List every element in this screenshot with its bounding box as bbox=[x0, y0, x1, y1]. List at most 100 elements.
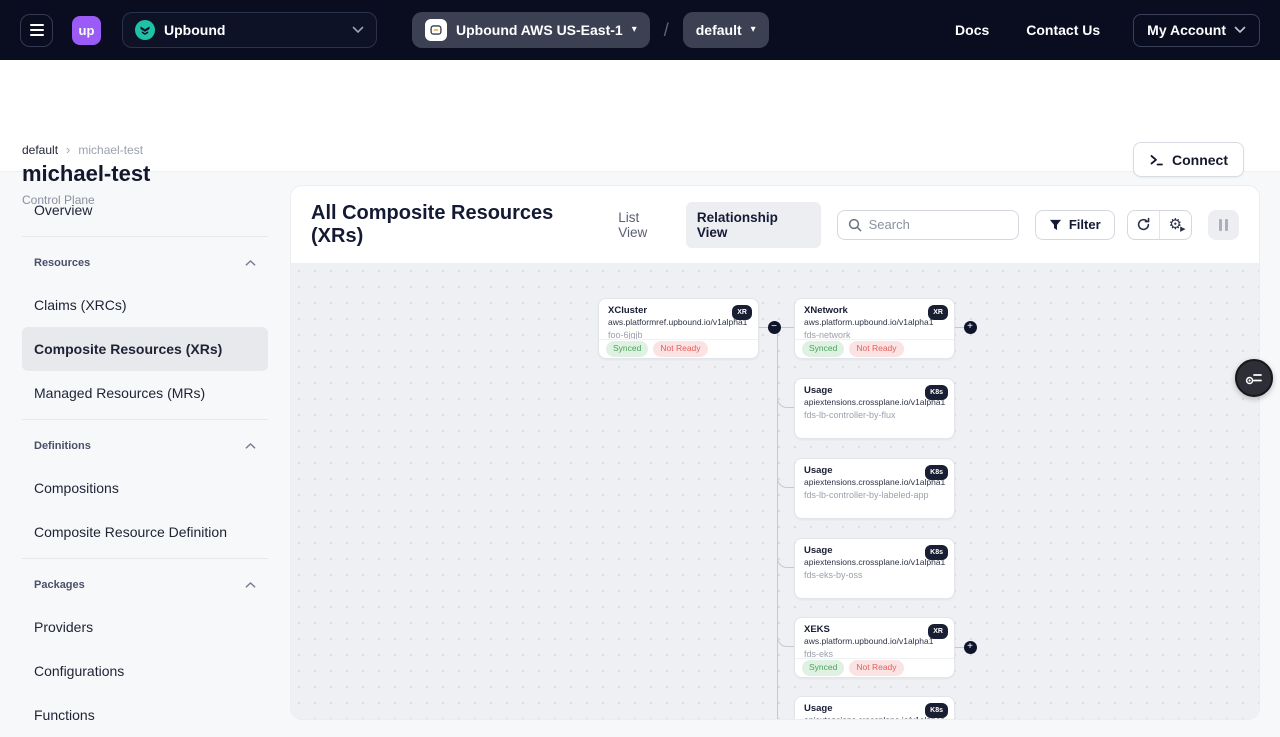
node-kind-badge: K8s bbox=[925, 545, 948, 560]
chevron-up-icon bbox=[245, 259, 256, 267]
legend-toggle-button[interactable] bbox=[1235, 359, 1273, 397]
control-plane-icon bbox=[425, 19, 447, 41]
breadcrumb-control-plane: michael-test bbox=[78, 143, 143, 157]
group-selector-label: default bbox=[696, 22, 742, 38]
node-api-version: aws.platform.upbound.io/v1alpha1 bbox=[804, 636, 945, 647]
node-kind-badge: XR bbox=[928, 624, 948, 639]
filter-button-label: Filter bbox=[1069, 217, 1101, 232]
sidebar-item-providers[interactable]: Providers bbox=[22, 605, 268, 649]
graph-node-usage[interactable]: Usage apiextensions.crossplane.io/v1alph… bbox=[794, 538, 955, 599]
edge-line bbox=[777, 635, 794, 647]
view-toggle: List View Relationship View bbox=[607, 202, 820, 248]
relationship-canvas[interactable]: − + + XCluster aws.platformref.upbound.i… bbox=[291, 263, 1259, 720]
contact-us-link[interactable]: Contact Us bbox=[1026, 22, 1100, 38]
connect-button-label: Connect bbox=[1172, 152, 1228, 168]
node-api-version: aws.platformref.upbound.io/v1alpha1 bbox=[608, 317, 749, 328]
node-title: Usage bbox=[804, 386, 945, 397]
hamburger-menu-button[interactable] bbox=[20, 14, 53, 47]
sidebar-section-definitions[interactable]: Definitions bbox=[22, 426, 268, 466]
node-kind-badge: XR bbox=[732, 305, 752, 320]
my-account-menu[interactable]: My Account bbox=[1133, 14, 1260, 47]
not-ready-badge: Not Ready bbox=[849, 341, 903, 356]
sidebar-item-composite-resources[interactable]: Composite Resources (XRs) bbox=[22, 327, 268, 371]
node-status-row: Synced Not Ready bbox=[795, 339, 954, 358]
upbound-logo[interactable]: up bbox=[72, 16, 101, 45]
filter-button[interactable]: Filter bbox=[1035, 210, 1115, 240]
sidebar-item-functions[interactable]: Functions bbox=[22, 693, 268, 737]
not-ready-badge: Not Ready bbox=[653, 341, 707, 356]
play-icon: ▶ bbox=[1180, 225, 1185, 233]
control-plane-selector-label: Upbound AWS US-East-1 bbox=[456, 22, 623, 38]
list-view-tab[interactable]: List View bbox=[607, 202, 682, 248]
edge-line bbox=[777, 327, 779, 720]
org-avatar-icon bbox=[135, 20, 155, 40]
graph-node-xnetwork[interactable]: XNetwork aws.platform.upbound.io/v1alpha… bbox=[794, 298, 955, 359]
synced-badge: Synced bbox=[802, 660, 844, 675]
relationship-view-tab[interactable]: Relationship View bbox=[686, 202, 821, 248]
graph-node-usage[interactable]: Usage apiextensions.crossplane.io/v1alph… bbox=[794, 378, 955, 439]
graph-action-group: ⚙ ▶ bbox=[1127, 210, 1192, 240]
node-title: Usage bbox=[804, 704, 945, 715]
edge-line bbox=[777, 476, 794, 488]
org-selector[interactable]: Upbound bbox=[122, 12, 377, 48]
toolbar-controls: List View Relationship View Filter bbox=[607, 202, 1239, 248]
chevron-up-icon bbox=[245, 581, 256, 589]
sidebar-item-overview[interactable]: Overview bbox=[22, 188, 268, 232]
synced-badge: Synced bbox=[802, 341, 844, 356]
chevron-up-icon bbox=[245, 442, 256, 450]
pause-icon bbox=[1219, 219, 1222, 231]
collapse-node-button[interactable]: − bbox=[768, 321, 781, 334]
node-kind-badge: K8s bbox=[925, 703, 948, 718]
chevron-down-icon bbox=[1234, 26, 1246, 34]
sidebar-section-packages[interactable]: Packages bbox=[22, 565, 268, 605]
sidebar-divider bbox=[22, 236, 268, 237]
sidebar-item-managed-resources[interactable]: Managed Resources (MRs) bbox=[22, 371, 268, 415]
graph-node-usage[interactable]: Usage apiextensions.crossplane.io/v1alph… bbox=[794, 696, 955, 720]
breadcrumb: default › michael-test bbox=[22, 142, 143, 157]
main-title: All Composite Resources (XRs) bbox=[311, 202, 607, 248]
expand-node-button[interactable]: + bbox=[964, 641, 977, 654]
sidebar-item-claims[interactable]: Claims (XRCs) bbox=[22, 283, 268, 327]
pause-button[interactable] bbox=[1208, 210, 1239, 240]
node-title: XNetwork bbox=[804, 306, 945, 317]
node-resource-name: fds-lb-controller-by-labeled-app bbox=[804, 490, 945, 502]
page-header: default › michael-test michael-test Cont… bbox=[0, 60, 1280, 172]
docs-link[interactable]: Docs bbox=[955, 22, 989, 38]
caret-down-icon: ▾ bbox=[632, 25, 637, 35]
search-input[interactable] bbox=[869, 217, 1008, 232]
control-plane-selector[interactable]: Upbound AWS US-East-1 ▾ bbox=[412, 12, 650, 48]
sidebar: Overview Resources Claims (XRCs) Composi… bbox=[0, 180, 290, 737]
run-functions-button[interactable]: ⚙ ▶ bbox=[1159, 211, 1190, 239]
caret-down-icon: ▾ bbox=[751, 25, 756, 35]
sidebar-divider bbox=[22, 419, 268, 420]
path-separator: / bbox=[664, 20, 669, 41]
edge-line bbox=[777, 556, 794, 568]
search-icon bbox=[848, 218, 862, 232]
node-title: XCluster bbox=[608, 306, 749, 317]
node-kind-badge: XR bbox=[928, 305, 948, 320]
group-selector[interactable]: default ▾ bbox=[683, 12, 769, 48]
sidebar-item-compositions[interactable]: Compositions bbox=[22, 466, 268, 510]
sidebar-section-resources[interactable]: Resources bbox=[22, 243, 268, 283]
section-label: Definitions bbox=[34, 440, 91, 452]
not-ready-badge: Not Ready bbox=[849, 660, 903, 675]
hamburger-icon bbox=[30, 24, 44, 26]
terminal-icon bbox=[1149, 153, 1164, 167]
search-box bbox=[837, 210, 1019, 240]
connect-button[interactable]: Connect bbox=[1133, 142, 1244, 177]
sidebar-item-composite-resource-definition[interactable]: Composite Resource Definition bbox=[22, 510, 268, 554]
graph-node-xcluster[interactable]: XCluster aws.platformref.upbound.io/v1al… bbox=[598, 298, 759, 359]
legend-icon bbox=[1245, 369, 1264, 388]
graph-node-usage[interactable]: Usage apiextensions.crossplane.io/v1alph… bbox=[794, 458, 955, 519]
sidebar-divider bbox=[22, 558, 268, 559]
sidebar-item-configurations[interactable]: Configurations bbox=[22, 649, 268, 693]
expand-node-button[interactable]: + bbox=[964, 321, 977, 334]
node-resource-name: fds-eks-by-oss bbox=[804, 570, 945, 582]
my-account-label: My Account bbox=[1147, 22, 1226, 38]
refresh-button[interactable] bbox=[1128, 211, 1159, 239]
top-navbar: up Upbound Upbound AWS US-East-1 ▾ / def… bbox=[0, 0, 1280, 60]
synced-badge: Synced bbox=[606, 341, 648, 356]
graph-node-xeks[interactable]: XEKS aws.platform.upbound.io/v1alpha1 fd… bbox=[794, 617, 955, 678]
breadcrumb-group[interactable]: default bbox=[22, 143, 58, 157]
main-toolbar: All Composite Resources (XRs) List View … bbox=[291, 186, 1259, 263]
